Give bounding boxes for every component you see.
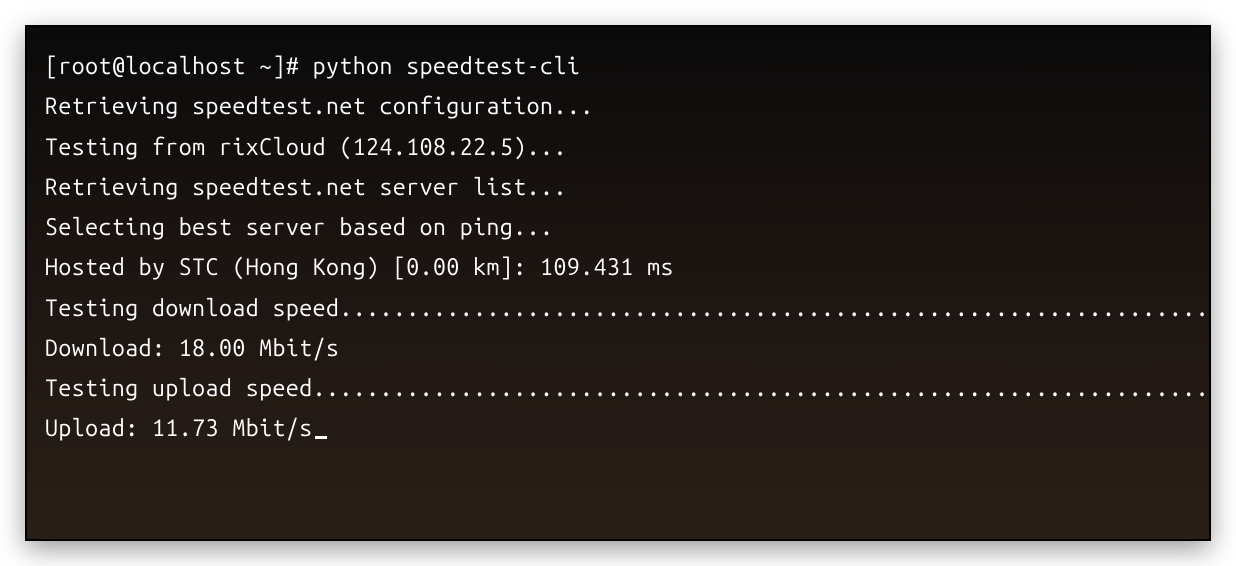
terminal-prompt-line: [root@localhost ~]# python speedtest-cli: [45, 47, 1191, 87]
terminal-window[interactable]: [root@localhost ~]# python speedtest-cli…: [25, 25, 1211, 541]
terminal-output-line: Testing download speed..................…: [45, 289, 1191, 329]
terminal-output-line: Upload: 11.73 Mbit/s: [45, 409, 1191, 449]
terminal-output-line: Testing upload speed....................…: [45, 369, 1191, 409]
terminal-output-line: Retrieving speedtest.net server list...: [45, 168, 1191, 208]
terminal-output-line: Download: 18.00 Mbit/s: [45, 329, 1191, 369]
terminal-cursor: [315, 436, 327, 439]
terminal-output-line: Hosted by STC (Hong Kong) [0.00 km]: 109…: [45, 248, 1191, 288]
terminal-output-line: Testing from rixCloud (124.108.22.5)...: [45, 128, 1191, 168]
terminal-output-line: Selecting best server based on ping...: [45, 208, 1191, 248]
terminal-output-line: Retrieving speedtest.net configuration..…: [45, 87, 1191, 127]
